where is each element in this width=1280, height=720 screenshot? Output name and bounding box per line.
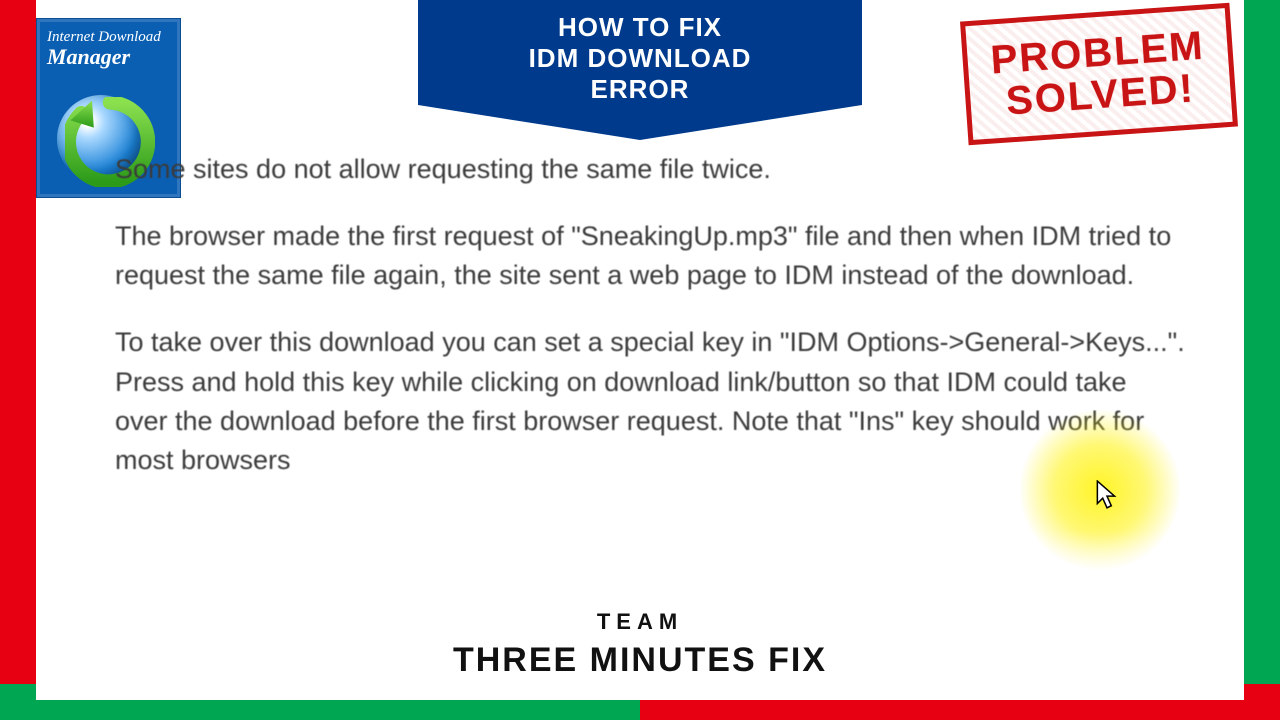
bottom-left-bar bbox=[0, 684, 640, 720]
message-p2: The browser made the first request of "S… bbox=[115, 217, 1185, 295]
banner-line2: IDM DOWNLOAD bbox=[428, 43, 852, 74]
team-line1: TEAM bbox=[0, 609, 1280, 635]
banner-line3: ERROR bbox=[428, 74, 852, 105]
message-p3: To take over this download you can set a… bbox=[115, 323, 1185, 480]
bottom-right-bar bbox=[640, 684, 1280, 720]
team-credit: TEAM THREE MINUTES FIX bbox=[0, 609, 1280, 680]
problem-solved-stamp: PROBLEM SOLVED! bbox=[960, 3, 1238, 146]
error-message-body: Some sites do not allow requesting the s… bbox=[115, 150, 1185, 508]
team-line2: THREE MINUTES FIX bbox=[0, 641, 1280, 680]
idm-box-line2: Manager bbox=[47, 46, 170, 68]
title-banner: HOW TO FIX IDM DOWNLOAD ERROR bbox=[418, 0, 862, 140]
banner-line1: HOW TO FIX bbox=[428, 12, 852, 43]
message-p1: Some sites do not allow requesting the s… bbox=[115, 150, 1185, 189]
